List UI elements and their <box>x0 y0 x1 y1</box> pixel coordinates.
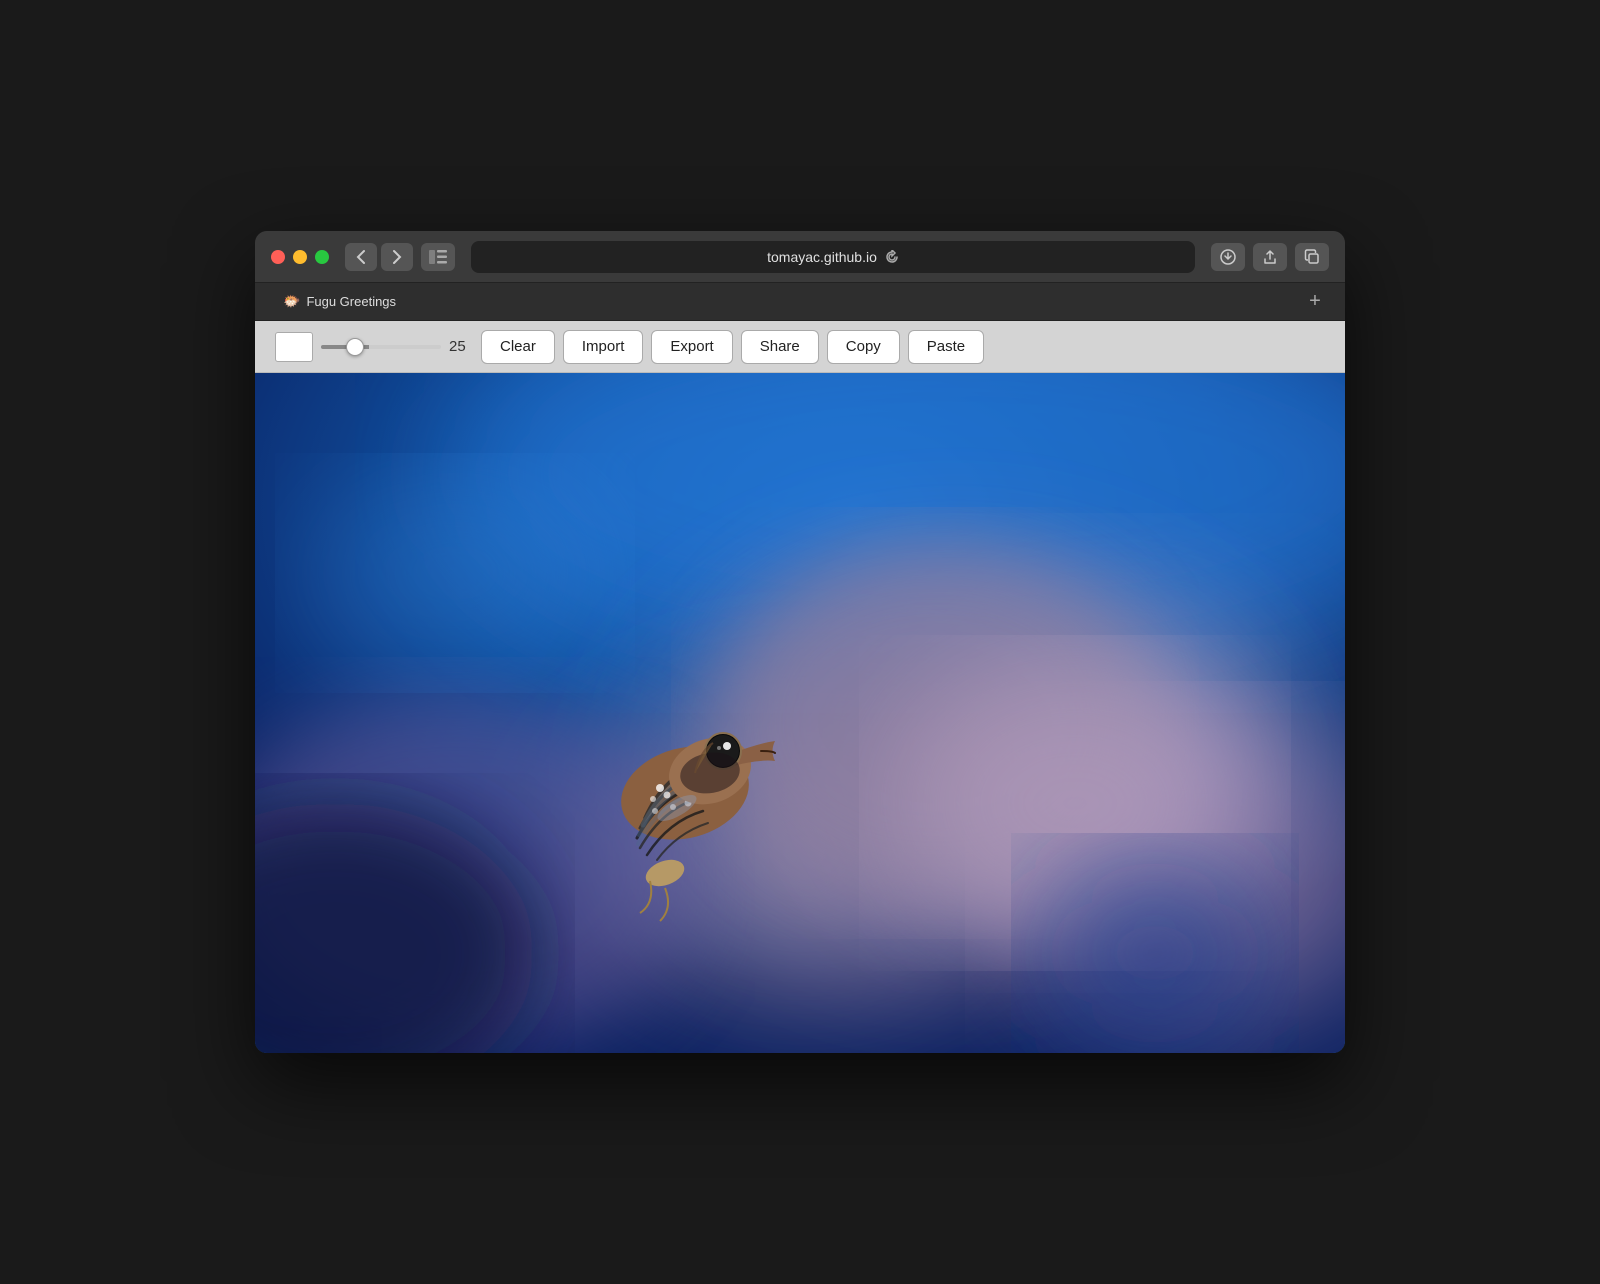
brush-size-control: 25 <box>321 338 473 355</box>
minimize-button[interactable] <box>293 250 307 264</box>
close-button[interactable] <box>271 250 285 264</box>
traffic-lights <box>271 250 329 264</box>
address-bar[interactable]: tomayac.github.io <box>471 241 1195 273</box>
browser-window: tomayac.github.io <box>255 231 1345 1053</box>
share-browser-button[interactable] <box>1253 243 1287 271</box>
new-tab-button[interactable]: + <box>1301 288 1329 316</box>
url-text: tomayac.github.io <box>767 249 877 265</box>
tab-favicon: 🐡 <box>283 293 300 310</box>
fish-scene-svg <box>255 373 1345 1053</box>
app-toolbar: 25 Clear Import Export Share Copy Paste <box>255 321 1345 373</box>
color-picker[interactable] <box>275 332 313 362</box>
duplicate-button[interactable] <box>1295 243 1329 271</box>
tab-label: Fugu Greetings <box>306 294 396 309</box>
import-button[interactable]: Import <box>563 330 644 364</box>
share-button[interactable]: Share <box>741 330 819 364</box>
tabbar: 🐡 Fugu Greetings + <box>255 283 1345 321</box>
export-button[interactable]: Export <box>651 330 732 364</box>
maximize-button[interactable] <box>315 250 329 264</box>
sidebar-toggle-button[interactable] <box>421 243 455 271</box>
nav-buttons <box>345 243 413 271</box>
forward-button[interactable] <box>381 243 413 271</box>
copy-button[interactable]: Copy <box>827 330 900 364</box>
brush-size-slider[interactable] <box>321 345 441 349</box>
titlebar: tomayac.github.io <box>255 231 1345 283</box>
active-tab[interactable]: 🐡 Fugu Greetings <box>271 293 408 310</box>
brush-size-value: 25 <box>449 338 473 355</box>
clear-button[interactable]: Clear <box>481 330 555 364</box>
drawing-canvas[interactable] <box>255 373 1345 1053</box>
download-button[interactable] <box>1211 243 1245 271</box>
browser-toolbar-right <box>1211 243 1329 271</box>
paste-button[interactable]: Paste <box>908 330 984 364</box>
reload-button[interactable] <box>885 250 899 264</box>
back-button[interactable] <box>345 243 377 271</box>
